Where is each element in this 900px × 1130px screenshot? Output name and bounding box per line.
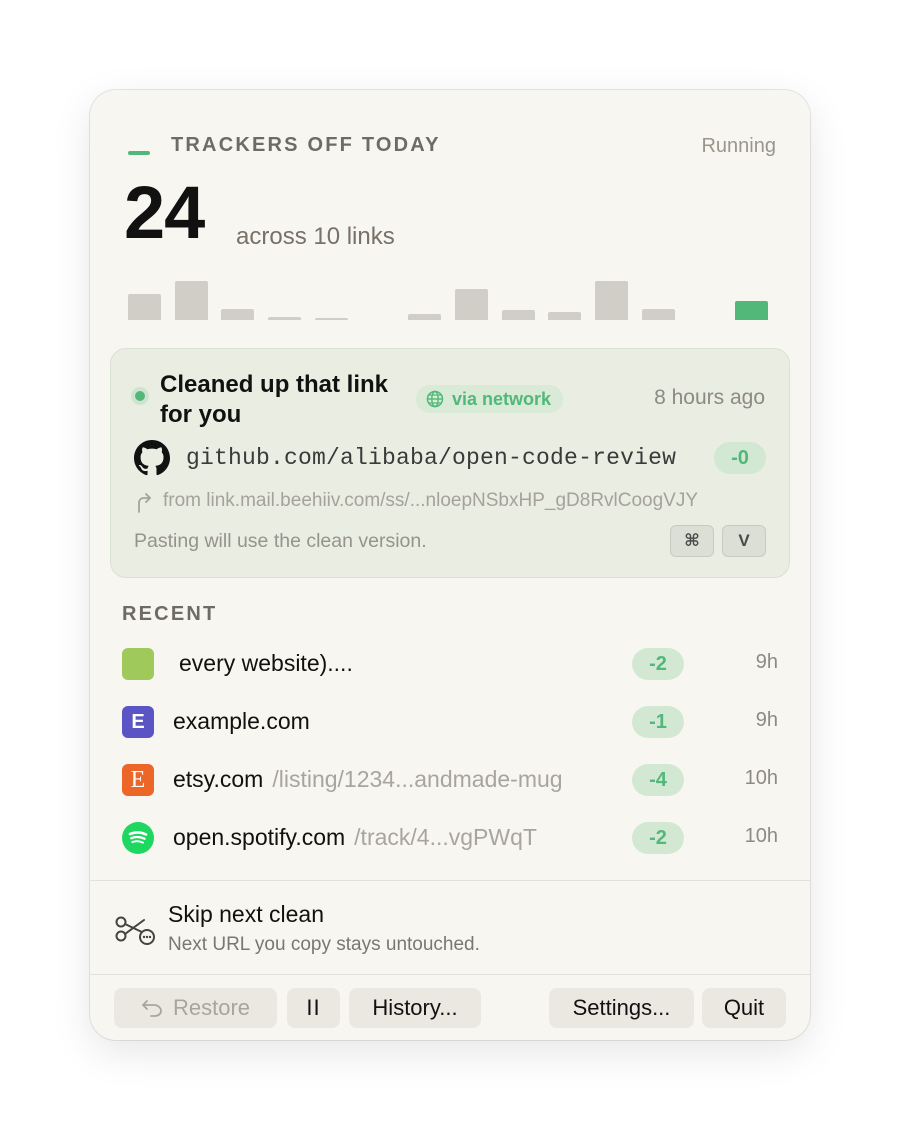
activity-bar xyxy=(408,314,442,320)
recent-host: open.spotify.com/track/4...vgPWqT xyxy=(173,824,537,851)
history-label: History... xyxy=(372,995,458,1020)
history-button[interactable]: History... xyxy=(349,988,481,1028)
undo-arrow-icon xyxy=(142,1000,162,1017)
via-label: via network xyxy=(452,388,552,409)
activity-bar xyxy=(128,293,161,320)
recent-heading: RECENT xyxy=(122,603,218,625)
removed-count-badge: -0 xyxy=(714,442,766,474)
activity-bar xyxy=(454,289,488,320)
v-key: V xyxy=(722,525,766,557)
scissors-icon[interactable] xyxy=(114,912,156,946)
card-title: Cleaned up that link for you xyxy=(160,371,389,428)
removed-count-badge: -2 xyxy=(632,822,684,854)
relative-time: 9h xyxy=(755,709,778,731)
site-favicon xyxy=(122,822,154,854)
url-path: /listing/1234...andmade-mug xyxy=(272,766,563,792)
original-url: from link.mail.beehiiv.com/ss/...nloepNS… xyxy=(163,490,699,511)
recent-item[interactable]: every website).... -2 9h xyxy=(90,636,810,694)
pause-button[interactable]: II xyxy=(287,988,340,1028)
activity-bar xyxy=(221,309,255,320)
tracker-popover: TRACKERS OFF TODAY Running 24 across 10 … xyxy=(90,90,810,1040)
host-text: open.spotify.com xyxy=(173,824,346,850)
activity-bar xyxy=(268,317,302,320)
site-favicon: E xyxy=(122,764,154,796)
via-network-badge: via network xyxy=(416,385,564,413)
restore-label: Restore xyxy=(172,995,251,1020)
host-text: etsy.com xyxy=(173,766,264,792)
removed-count-badge: -1 xyxy=(632,706,684,738)
globe-icon xyxy=(426,390,444,408)
host-text: every website).... xyxy=(179,650,353,676)
settings-label: Settings... xyxy=(572,995,671,1020)
activity-bar-today xyxy=(735,300,769,320)
paste-note: Pasting will use the clean version. xyxy=(134,530,427,552)
panel-title: TRACKERS OFF TODAY xyxy=(171,134,441,156)
relative-time: 10h xyxy=(744,825,778,847)
trackers-count: 24 xyxy=(124,171,205,254)
recent-host: every website).... xyxy=(179,650,353,677)
settings-button[interactable]: Settings... xyxy=(549,988,694,1028)
host-text: example.com xyxy=(173,708,310,734)
activity-bar xyxy=(548,311,582,320)
divider xyxy=(90,880,810,881)
recent-host: example.com xyxy=(173,708,310,735)
recent-item[interactable]: Eetsy.com/listing/1234...andmade-mug -4 10… xyxy=(90,752,810,810)
removed-count-badge: -2 xyxy=(632,648,684,680)
relative-time: 10h xyxy=(744,767,778,789)
status-dot xyxy=(135,391,145,401)
quit-label: Quit xyxy=(723,995,765,1020)
brand-mark xyxy=(128,151,150,155)
cleaned-url[interactable]: github.com/alibaba/open-code-review xyxy=(186,445,676,471)
activity-chart xyxy=(128,268,772,320)
cleaned-time: 8 hours ago xyxy=(654,386,765,409)
activity-bar xyxy=(595,281,628,320)
divider xyxy=(90,974,810,975)
activity-bar xyxy=(314,318,348,320)
site-favicon: E xyxy=(122,706,154,738)
recent-item[interactable]: Eexample.com -1 9h xyxy=(90,694,810,752)
site-favicon xyxy=(122,648,154,680)
url-path: /track/4...vgPWqT xyxy=(354,824,537,850)
activity-bar xyxy=(501,310,535,320)
redirect-arrow-icon xyxy=(138,493,151,513)
skip-next-clean-title[interactable]: Skip next clean xyxy=(168,901,324,928)
relative-time: 9h xyxy=(755,651,778,673)
restore-button[interactable]: Restore xyxy=(114,988,277,1028)
github-icon xyxy=(134,440,170,476)
recent-item[interactable]: open.spotify.com/track/4...vgPWqT -2 10h xyxy=(90,810,810,868)
removed-count-badge: -4 xyxy=(632,764,684,796)
pause-icon: II xyxy=(306,995,321,1020)
links-count: across 10 links xyxy=(236,223,395,250)
activity-bar xyxy=(174,281,208,320)
activity-bar xyxy=(641,309,675,320)
latest-cleaned-card[interactable]: Cleaned up that link for you via network… xyxy=(110,348,790,578)
running-status: Running xyxy=(701,135,776,157)
quit-button[interactable]: Quit xyxy=(702,988,786,1028)
command-key: ⌘ xyxy=(670,525,714,557)
recent-host: etsy.com/listing/1234...andmade-mug xyxy=(173,766,563,793)
skip-next-clean-subtitle: Next URL you copy stays untouched. xyxy=(168,934,480,955)
